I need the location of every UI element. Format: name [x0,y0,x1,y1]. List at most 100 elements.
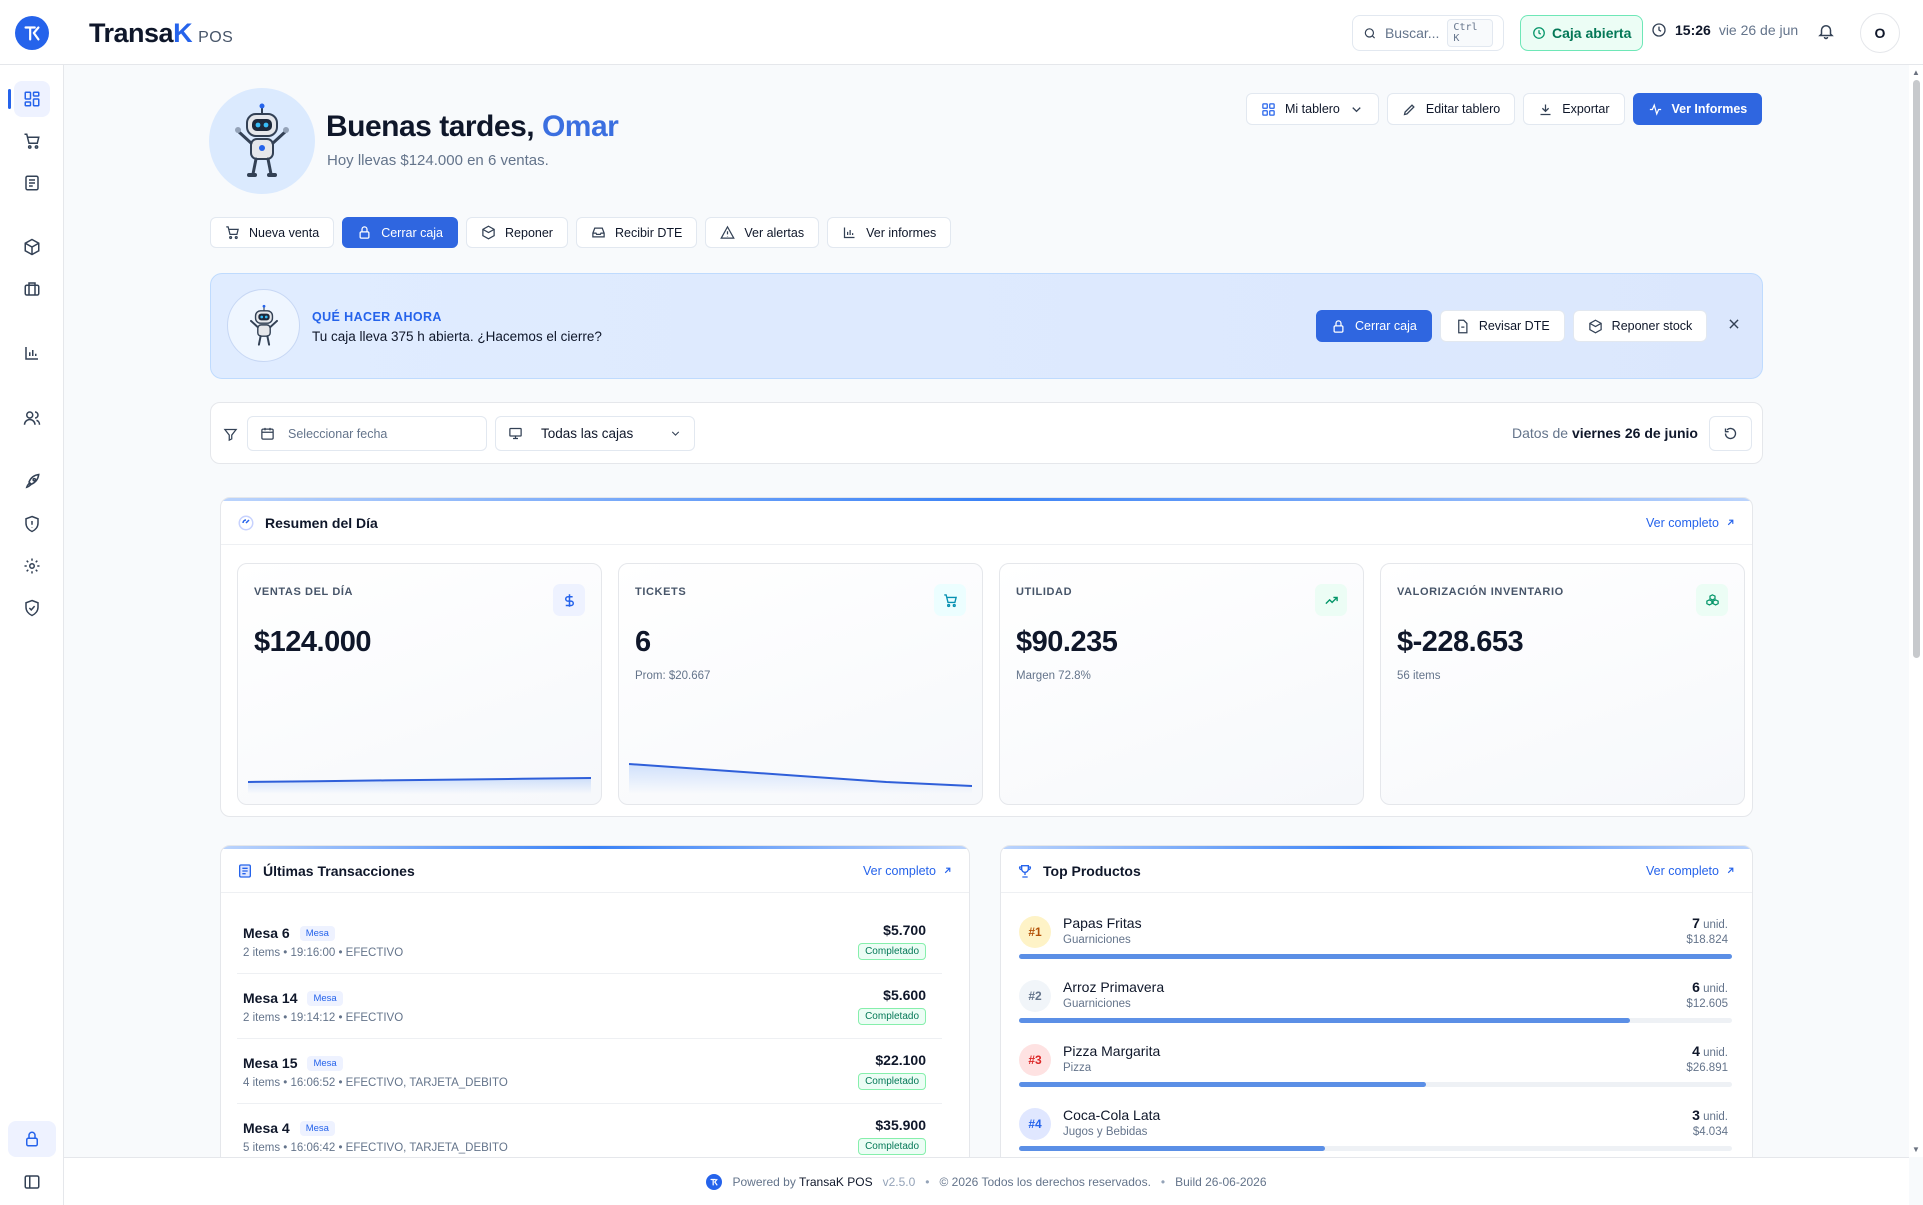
dashboard-select[interactable]: Mi tablero [1246,93,1379,125]
kpi-label: VENTAS DEL DÍA [254,586,354,598]
sidebar-item-security[interactable] [14,506,50,542]
product-row[interactable]: #1 Papas Fritas Guarniciones 7 unid. $18.824 [1017,910,1732,974]
cart-icon [24,133,40,149]
daily-summary-view-full[interactable]: Ver completo [1646,516,1736,530]
export-button[interactable]: Exportar [1523,93,1625,125]
date-picker-input[interactable]: Seleccionar fecha [247,416,487,451]
product-share-bar [1019,1082,1732,1087]
sidebar-item-admin[interactable] [14,590,50,626]
product-category: Guarniciones [1063,934,1131,946]
close-register-button[interactable]: Cerrar caja [342,217,459,248]
latest-transactions-header: Últimas Transacciones Ver completo [221,849,969,893]
sidebar-item-users[interactable] [14,400,50,436]
view-reports-quick-button[interactable]: Ver informes [827,217,952,248]
transaction-name: Mesa 14 Mesa [243,990,343,1006]
sidebar-item-launch[interactable] [14,464,50,500]
sidebar-lock-button[interactable] [8,1121,56,1157]
kpi-label: TICKETS [635,586,687,598]
scroll-down-arrow-icon[interactable]: ▼ [1911,1145,1921,1154]
sidebar-item-products[interactable] [14,229,50,265]
latest-transactions-view-full[interactable]: Ver completo [863,864,953,878]
user-avatar[interactable]: O [1860,13,1900,53]
sidebar-item-sales[interactable] [14,123,50,159]
transaction-row[interactable]: Mesa 14 Mesa 2 items • 19:14:12 • EFECTIV… [237,975,942,1039]
product-quantity: 7 unid. [1692,915,1728,931]
box-icon [482,225,495,240]
product-unit-label: unid. [1703,919,1728,931]
new-sale-button[interactable]: Nueva venta [210,217,335,248]
transaction-row[interactable]: Mesa 6 Mesa 2 items • 19:16:00 • EFECTIVO… [237,910,942,974]
daily-summary-header: Resumen del Día Ver completo [221,501,1752,545]
inbox-icon [592,227,605,238]
calendar-icon [261,427,274,440]
page-subtitle: Hoy llevas $124.000 en 6 ventas. [327,152,549,169]
product-row[interactable]: #2 Arroz Primavera Guarniciones 6 unid. $12.… [1017,974,1732,1038]
notifications-bell-icon[interactable] [1817,22,1835,45]
product-rank-badge: #2 [1019,980,1051,1012]
main-scrollbar-thumb[interactable] [1913,80,1920,658]
brand-k: K [173,18,193,48]
box-icon [1588,319,1602,333]
product-row[interactable]: #4 Coca-Cola Lata Jugos y Bebidas 3 unid. $4… [1017,1102,1732,1157]
activity-icon [1649,102,1661,116]
review-dte-button[interactable]: Revisar DTE [1439,310,1565,342]
edit-dashboard-button[interactable]: Editar tablero [1386,93,1516,125]
product-category: Pizza [1063,1062,1092,1074]
latest-transactions-card: Últimas Transacciones Ver completo Mesa … [220,845,970,1157]
top-products-view-full[interactable]: Ver completo [1646,864,1736,878]
receive-dte-button[interactable]: Recibir DTE [575,217,698,248]
top-products-view-full-label: Ver completo [1646,863,1719,878]
transaction-meta: 2 items • 19:14:12 • EFECTIVO [243,1012,404,1024]
product-rank-badge: #4 [1019,1108,1051,1140]
register-status-badge[interactable]: Caja abierta [1520,15,1644,51]
footer: Powered by TransaK POS v2.5.0 • © 2026 T… [64,1157,1909,1205]
sidebar-toggle-button[interactable] [14,1164,50,1200]
chevron-down-icon [1352,106,1361,112]
product-share-bar-fill [1019,1082,1427,1087]
restock-button[interactable]: Reponer [466,217,568,248]
transaction-tag: Mesa [299,1120,335,1136]
trending-up-icon [1315,584,1347,616]
brand-main: Transa [89,18,174,48]
sidebar-item-inventory[interactable] [14,271,50,307]
sales-sparkline [248,777,591,794]
view-alerts-button[interactable]: Ver alertas [705,217,820,248]
sidebar-item-documents[interactable] [14,165,50,201]
sidebar-item-settings[interactable] [14,548,50,584]
sidebar-item-dashboard[interactable] [8,81,50,117]
footer-powered-by: Powered by TransaK POS [732,1175,872,1189]
clock: 15:26 vie 26 de jun [1651,22,1798,38]
product-unit-label: unid. [1703,1047,1728,1059]
restock-stock-button[interactable]: Reponer stock [1572,310,1708,342]
document-icon [25,175,39,191]
alert-close-register-button[interactable]: Cerrar caja [1316,310,1432,342]
dashboard-select-label: Mi tablero [1285,102,1340,116]
data-of-prefix: Datos de [1512,425,1569,441]
close-register-label: Cerrar caja [381,225,444,240]
dollar-icon [553,584,585,616]
product-row[interactable]: #3 Pizza Margarita Pizza 4 unid. $26.891 [1017,1038,1732,1102]
search-input[interactable]: Buscar... Ctrl K [1352,15,1504,51]
kpi-card-profit: UTILIDAD $90.235 Margen 72.8% [999,563,1364,805]
product-quantity-value: 4 [1692,1043,1700,1059]
view-reports-button[interactable]: Ver Informes [1632,93,1763,125]
shield-check-icon [25,599,39,617]
kpi-label: VALORIZACIÓN INVENTARIO [1397,586,1564,598]
register-select[interactable]: Todas las cajas [495,416,695,451]
transaction-row[interactable]: Mesa 4 Mesa 5 items • 16:06:42 • EFECTIVO… [237,1105,942,1157]
search-icon [1364,27,1376,39]
refresh-icon [1724,427,1737,440]
app-logo-icon[interactable] [15,16,49,50]
brand-logo[interactable]: TransaK POS [89,18,233,49]
kpi-card-sales: VENTAS DEL DÍA $124.000 [237,563,602,805]
scroll-up-arrow-icon[interactable]: ▲ [1911,68,1921,77]
refresh-button[interactable] [1709,416,1752,451]
lock-icon [359,226,370,239]
arrow-up-right-icon [1727,519,1734,526]
alert-close-icon[interactable] [1727,317,1741,336]
cart-icon [934,584,966,616]
filter-icon [223,428,238,442]
sidebar-item-reports[interactable] [14,335,50,371]
transaction-row[interactable]: Mesa 15 Mesa 4 items • 16:06:52 • EFECTIV… [237,1040,942,1104]
register-select-value: Todas las cajas [541,426,634,441]
